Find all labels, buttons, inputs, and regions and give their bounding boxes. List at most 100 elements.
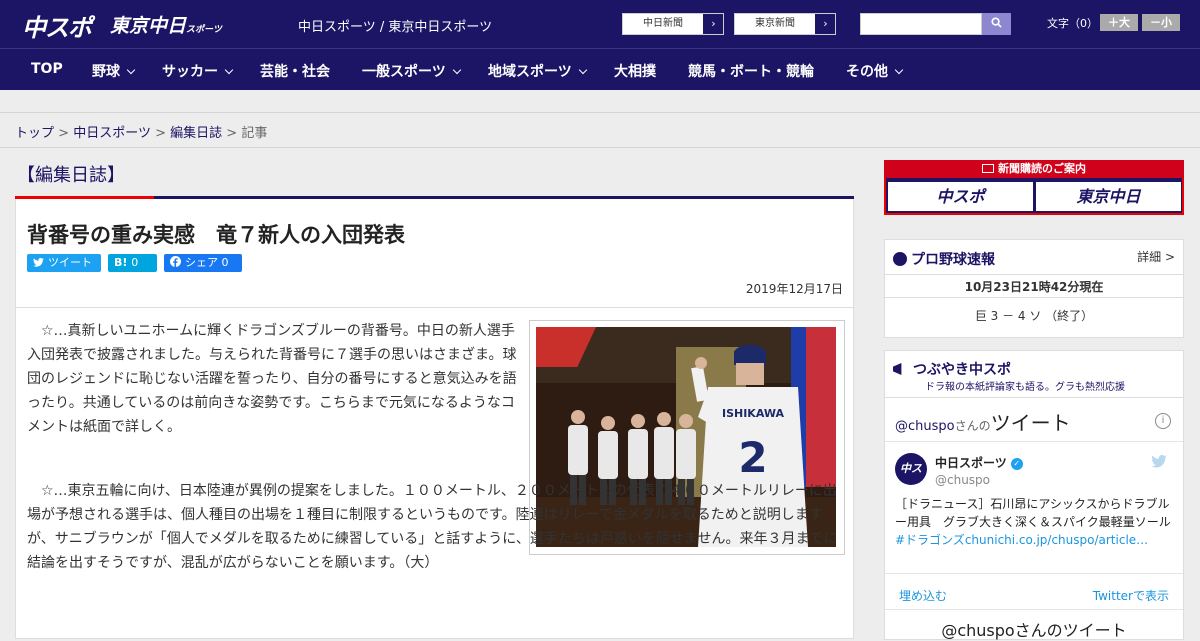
breadcrumb-section-link[interactable]: 中日スポーツ (73, 126, 151, 141)
chunichi-link-label: 中日新聞 (643, 18, 683, 29)
tokyo-logo-sub: スポーツ (186, 25, 222, 35)
font-size-label: 文字（0） (1047, 17, 1098, 30)
hatena-count: 0 (131, 256, 139, 269)
divider (885, 609, 1183, 610)
hatena-bookmark-button[interactable]: B! 0 (108, 254, 157, 272)
view-on-twitter-link[interactable]: Twitterで表示 (1093, 587, 1169, 604)
search-button[interactable] (982, 13, 1011, 35)
info-icon[interactable]: i (1155, 413, 1171, 429)
baseball-score-box: プロ野球速報 詳細 > 10月23日21時42分現在 巨 3 － 4 ソ （終了… (884, 239, 1184, 338)
tweet-text: ［ドラニュース］石川昂にアシックスからドラブルー用具 グラブ大きく深く＆スパイク… (895, 495, 1175, 549)
subscription-banner-title: 新聞購読のご案内 (884, 160, 1184, 178)
twitter-bird-icon (33, 257, 44, 267)
search-icon (991, 17, 1002, 28)
article-headline: 背番号の重み実感 竜７新人の入団発表 (27, 223, 405, 247)
tokyo-chunichi-logo[interactable]: 東京中日スポーツ (110, 11, 222, 38)
facebook-icon (170, 256, 181, 267)
facebook-share-button[interactable]: シェア 0 (164, 254, 242, 272)
banner-tokyo-chunichi-logo: 東京中日 (1036, 182, 1181, 211)
baseball-game-score[interactable]: 巨 3 － 4 ソ （終了） (885, 307, 1183, 324)
site-header: 中スポ 東京中日スポーツ 中日スポーツ / 東京中日スポーツ 中日新聞 › 東京… (0, 0, 1200, 48)
article-paragraph: ☆…東京五輪に向け、日本陸連が異例の提案をしました。１００メートル、２００メート… (27, 479, 845, 575)
breadcrumb: トップ > 中日スポーツ > 編集日誌 > 記事 (15, 122, 267, 141)
chevron-down-icon (126, 65, 136, 75)
twitter-bird-icon[interactable] (1151, 454, 1167, 469)
nav-item-general-sports[interactable]: 一般スポーツ (362, 61, 461, 81)
twitter-account-link[interactable]: @chuspo (895, 419, 955, 434)
facebook-share-label: シェア (185, 256, 218, 269)
heading-suffix: さんの (954, 419, 991, 433)
twitter-widget-title-label: つぶやき中スポ (913, 362, 1011, 378)
chevron-down-icon (578, 65, 587, 75)
verified-badge-icon: ✓ (1010, 457, 1023, 470)
font-bigger-button[interactable]: ＋大 (1100, 14, 1138, 31)
nav-item-other[interactable]: その他 (846, 61, 904, 81)
search-input[interactable] (860, 13, 982, 35)
avatar[interactable]: 中スポ (895, 453, 927, 507)
nav-label: 競馬・ボート・競輪 (688, 64, 814, 80)
nav-item-top[interactable]: TOP (31, 61, 63, 77)
article-date: 2019年12月17日 (745, 282, 843, 296)
twitter-widget-title: つぶやき中スポ (893, 359, 1011, 379)
nav-label: 大相撲 (614, 64, 656, 80)
chunichi-shimbun-link[interactable]: 中日新聞 › (622, 13, 724, 35)
tweet-author-handle[interactable]: @chuspo (935, 473, 990, 487)
article-paragraph: ☆…真新しいユニホームに輝くドラゴンズブルーの背番号。中日の新人選手入団発表で披… (27, 323, 517, 435)
nav-item-local-sports[interactable]: 地域スポーツ (488, 61, 587, 81)
photo-jersey-name: ISHIKAWA (722, 407, 784, 420)
twitter-widget: つぶやき中スポ ドラ報の本紙評論家も語る。グラも熱烈応援 @chuspoさんのツ… (884, 350, 1184, 640)
tokyo-logo-text: 東京中日 (110, 15, 187, 37)
breadcrumb-separator: > (155, 126, 166, 141)
breadcrumb-separator: > (226, 126, 238, 141)
baseball-icon (893, 252, 907, 266)
nav-item-soccer[interactable]: サッカー (162, 61, 234, 81)
subscription-banner[interactable]: 新聞購読のご案内 中スポ 東京中日 (884, 160, 1184, 215)
breadcrumb-separator: > (58, 126, 70, 141)
megaphone-icon (893, 363, 902, 375)
divider (885, 441, 1183, 442)
baseball-score-title: プロ野球速報 (893, 249, 995, 269)
chevron-right-icon: › (815, 14, 835, 34)
baseball-update-time: 10月23日21時42分現在 (885, 274, 1183, 298)
chevron-down-icon (224, 65, 234, 75)
nav-label: 野球 (92, 64, 120, 80)
nav-label: その他 (846, 64, 888, 80)
banner-chuspo-logo: 中スポ (888, 182, 1033, 211)
breadcrumb-top-link[interactable]: トップ (15, 126, 54, 141)
facebook-share-count: 0 (221, 256, 229, 269)
chevron-down-icon (894, 65, 904, 75)
site-name: 中日スポーツ / 東京中日スポーツ (298, 20, 493, 35)
chevron-down-icon (452, 65, 461, 75)
category-heading: 【編集日誌】 (17, 165, 125, 186)
tokyo-shimbun-link[interactable]: 東京新聞 › (734, 13, 836, 35)
article-paragraph-text: ☆…東京五輪に向け、日本陸連が異例の提案をしました。１００メートル、２００メート… (27, 483, 838, 571)
tweet-author-name[interactable]: 中日スポーツ ✓ (935, 454, 1023, 471)
heading-main: ツイート (990, 411, 1071, 435)
chuspo-logo[interactable]: 中スポ (22, 8, 92, 43)
nav-item-sumo[interactable]: 大相撲 (614, 61, 656, 81)
divider (885, 397, 1183, 398)
tweet-label: ツイート (48, 256, 92, 269)
font-smaller-button[interactable]: －小 (1142, 14, 1180, 31)
tweet-body: ［ドラニュース］石川昂にアシックスからドラブルー用具 グラブ大きく深く＆スパイク… (895, 497, 1171, 529)
nav-label: サッカー (162, 64, 218, 80)
tweet-link[interactable]: #ドラゴンズchunichi.co.jp/chuspo/article… (895, 533, 1148, 547)
tweet-share-button[interactable]: ツイート (27, 254, 101, 272)
tweet-author-name-text: 中日スポーツ (935, 456, 1007, 470)
tokyo-link-label: 東京新聞 (755, 18, 795, 29)
breadcrumb-category-link[interactable]: 編集日誌 (170, 126, 222, 141)
baseball-score-title-label: プロ野球速報 (911, 252, 995, 268)
nav-label: 芸能・社会 (260, 64, 330, 80)
photo-jersey-number: 2 (738, 433, 767, 482)
nav-item-baseball[interactable]: 野球 (92, 61, 136, 81)
article-divider (16, 307, 853, 308)
nav-label: TOP (31, 61, 63, 77)
breadcrumb-bar: トップ > 中日スポーツ > 編集日誌 > 記事 (0, 112, 1200, 148)
baseball-detail-link[interactable]: 詳細 > (1137, 248, 1175, 265)
nav-label: 地域スポーツ (488, 64, 572, 80)
nav-item-racing[interactable]: 競馬・ボート・競輪 (688, 61, 814, 81)
subscription-banner-label: 新聞購読のご案内 (998, 162, 1086, 175)
nav-item-entertainment[interactable]: 芸能・社会 (260, 61, 330, 81)
twitter-footer-heading: @chuspoさんのツイート (941, 621, 1127, 640)
embed-link[interactable]: 埋め込む (899, 587, 947, 604)
